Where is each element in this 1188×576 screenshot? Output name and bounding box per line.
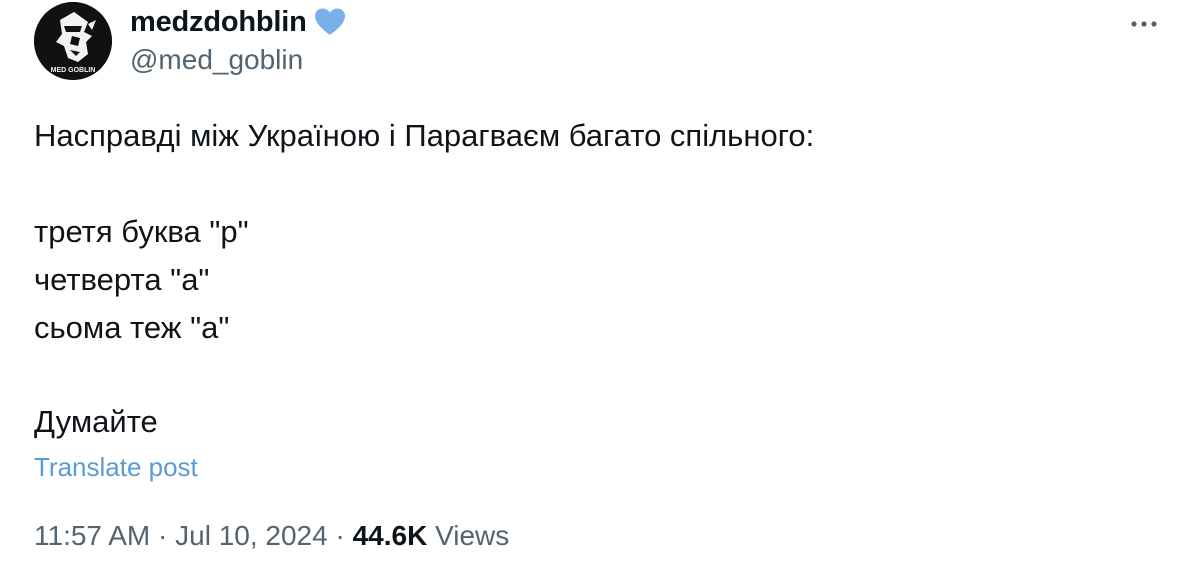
meta-separator: · xyxy=(335,520,345,551)
avatar[interactable]: MED GOBLIN xyxy=(34,2,112,80)
tweet-meta: 11:57 AM · Jul 10, 2024 · 44.6K Views xyxy=(34,520,509,552)
author-name-row: medzdohblin xyxy=(130,4,347,40)
views-count: 44.6K xyxy=(352,520,428,551)
avatar-text: MED GOBLIN xyxy=(51,67,96,74)
views-label: Views xyxy=(435,520,510,551)
more-horizontal-icon[interactable] xyxy=(1126,12,1162,36)
author-handle[interactable]: @med_goblin xyxy=(130,44,303,76)
translate-post-link[interactable]: Translate post xyxy=(34,452,198,483)
post-date[interactable]: Jul 10, 2024 xyxy=(175,520,328,552)
tweet: MED GOBLIN medzdohblin @med_goblin Наспр… xyxy=(0,0,1188,576)
tweet-text-line: Думайте xyxy=(34,404,158,439)
display-name[interactable]: medzdohblin xyxy=(130,6,307,39)
post-time[interactable]: 11:57 AM xyxy=(34,520,150,552)
tweet-text-line: третя буква "р" xyxy=(34,214,249,249)
blue-heart-icon xyxy=(313,7,347,37)
goblin-avatar-icon: MED GOBLIN xyxy=(34,2,112,80)
tweet-text-line: четверта "а" xyxy=(34,262,210,297)
tweet-text-line: сьома теж "а" xyxy=(34,310,230,345)
tweet-text-line: Насправді між Україною і Парагваєм багат… xyxy=(34,118,815,153)
meta-separator: · xyxy=(158,520,168,551)
